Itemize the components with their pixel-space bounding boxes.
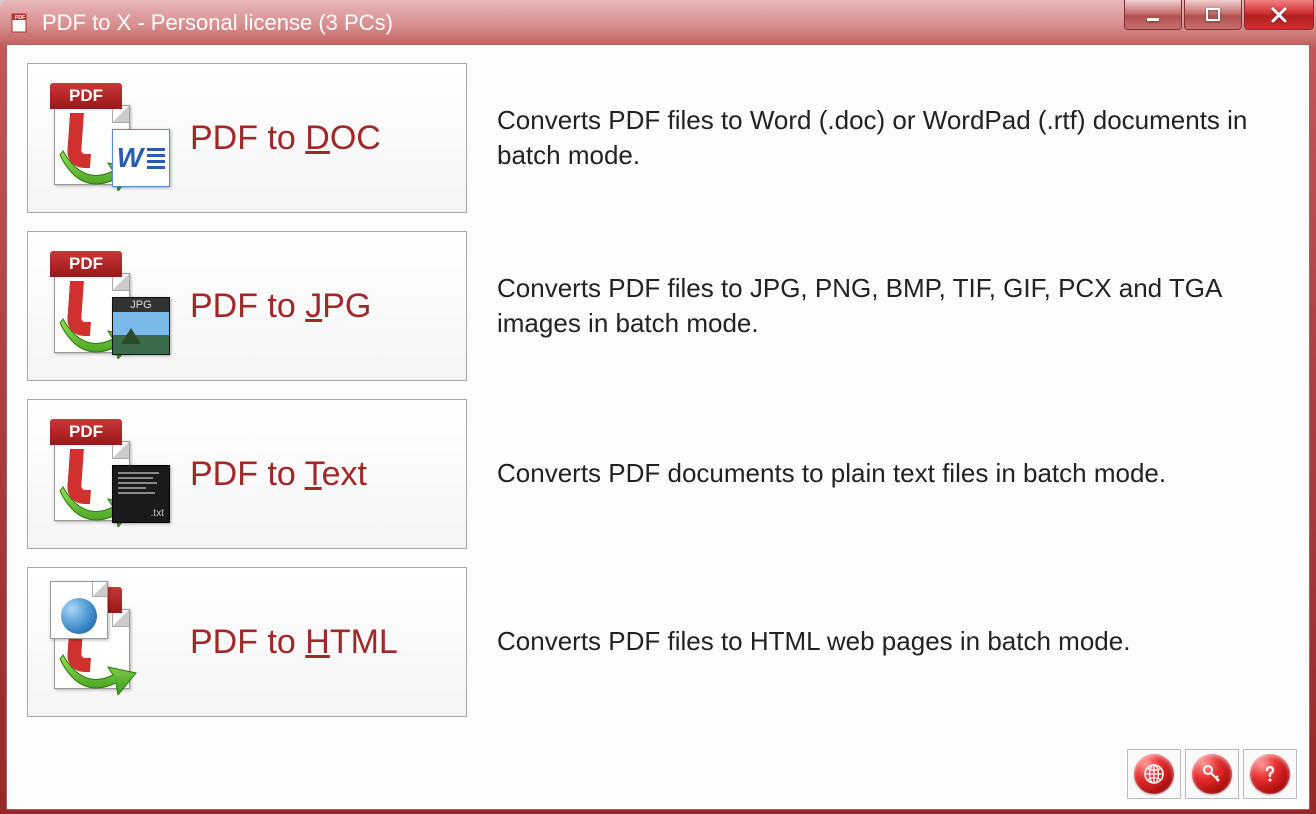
pdf-to-jpg-icon: PDF JPG (40, 246, 180, 366)
pdf-to-html-button[interactable]: PDF PDF to HTML (27, 567, 467, 717)
minimize-button[interactable] (1124, 0, 1182, 30)
pdf-badge-icon: PDF (50, 419, 122, 445)
pdf-to-text-icon: PDF .txt (40, 414, 180, 534)
pdf-to-text-desc: Converts PDF documents to plain text fil… (497, 456, 1289, 491)
pdf-to-text-button[interactable]: PDF .txt PDF to Text (27, 399, 467, 549)
titlebar[interactable]: PDF PDF to X - Personal license (3 PCs) (2, 2, 1314, 44)
txt-file-icon: .txt (112, 465, 170, 523)
svg-text:PDF: PDF (15, 15, 25, 21)
client-area: PDF W PDF to DOC Conve (6, 44, 1310, 810)
html-file-icon (50, 581, 108, 639)
key-icon (1192, 754, 1232, 794)
pdf-to-jpg-label: PDF to JPG (190, 287, 371, 326)
app-window: PDF PDF to X - Personal license (3 PCs) … (0, 0, 1316, 814)
option-row-html: PDF PDF to HTML Converts PDF files to HT… (27, 567, 1289, 717)
globe-grid-icon (1134, 754, 1174, 794)
pdf-badge-icon: PDF (50, 83, 122, 109)
pdf-to-html-label: PDF to HTML (190, 623, 398, 662)
license-key-button[interactable] (1185, 749, 1239, 799)
close-button[interactable] (1244, 0, 1314, 30)
pdf-to-html-desc: Converts PDF files to HTML web pages in … (497, 624, 1289, 659)
question-icon (1250, 754, 1290, 794)
language-button[interactable] (1127, 749, 1181, 799)
help-button[interactable] (1243, 749, 1297, 799)
globe-icon (61, 598, 97, 634)
option-row-doc: PDF W PDF to DOC Conve (27, 63, 1289, 213)
pdf-to-jpg-desc: Converts PDF files to JPG, PNG, BMP, TIF… (497, 271, 1289, 341)
pdf-badge-icon: PDF (50, 251, 122, 277)
maximize-button[interactable] (1184, 0, 1242, 30)
pdf-to-jpg-button[interactable]: PDF JPG PDF to JPG (27, 231, 467, 381)
pdf-to-text-label: PDF to Text (190, 455, 367, 494)
pdf-to-html-icon: PDF (40, 582, 180, 702)
footer-buttons (1127, 749, 1297, 799)
window-controls (1124, 0, 1314, 30)
pdf-to-doc-icon: PDF W (40, 78, 180, 198)
option-row-jpg: PDF JPG PDF to JPG Converts PDF files (27, 231, 1289, 381)
pdf-to-doc-desc: Converts PDF files to Word (.doc) or Wor… (497, 103, 1289, 173)
option-row-text: PDF .txt PDF to Text Converts PDF doc (27, 399, 1289, 549)
word-doc-icon: W (112, 129, 170, 187)
jpg-image-icon: JPG (112, 297, 170, 355)
app-icon: PDF (10, 12, 32, 34)
convert-arrow-icon (58, 645, 138, 695)
pdf-to-doc-label: PDF to DOC (190, 119, 381, 158)
pdf-to-doc-button[interactable]: PDF W PDF to DOC (27, 63, 467, 213)
window-title: PDF to X - Personal license (3 PCs) (42, 10, 393, 36)
